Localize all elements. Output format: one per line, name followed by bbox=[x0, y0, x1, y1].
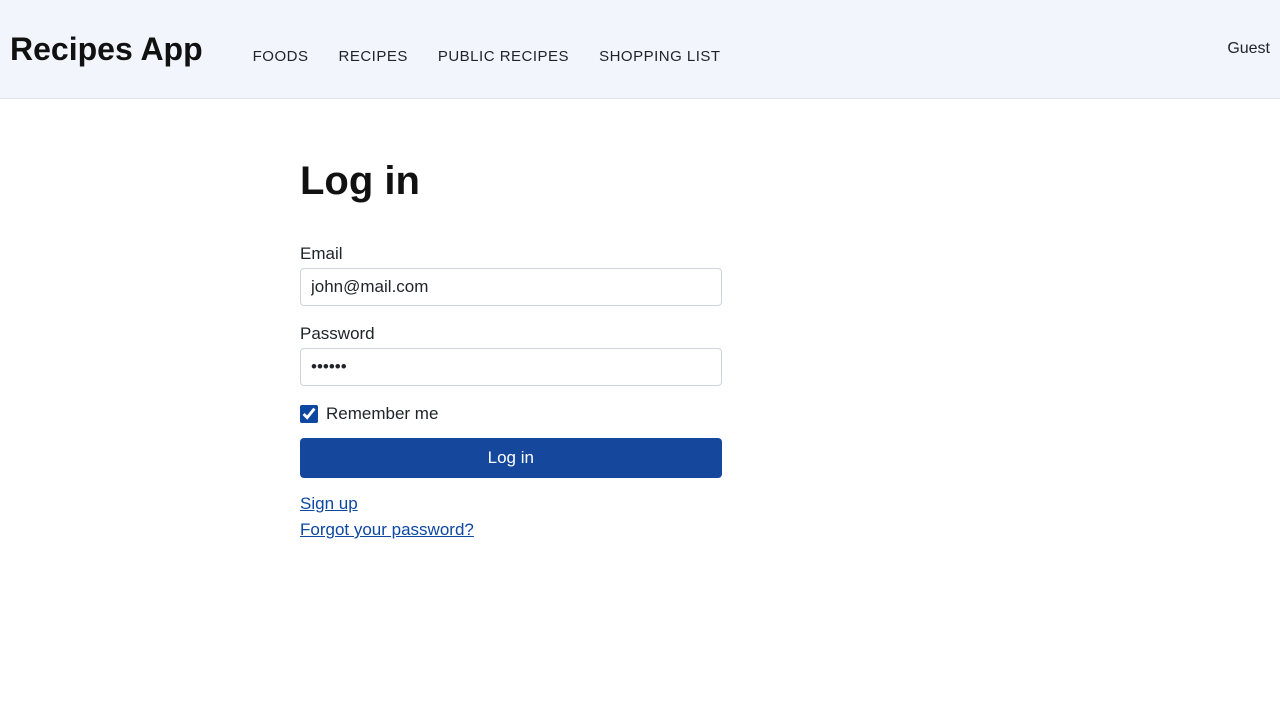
remember-label: Remember me bbox=[326, 404, 438, 424]
header: Recipes App FOODS RECIPES PUBLIC RECIPES… bbox=[0, 0, 1280, 99]
password-field[interactable] bbox=[300, 348, 722, 386]
signup-link-row: Sign up bbox=[300, 494, 980, 514]
email-field[interactable] bbox=[300, 268, 722, 306]
password-group: Password bbox=[300, 324, 980, 386]
login-form-container: Log in Email Password Remember me Log in… bbox=[280, 99, 1000, 540]
forgot-password-link[interactable]: Forgot your password? bbox=[300, 520, 474, 539]
remember-checkbox[interactable] bbox=[300, 405, 318, 423]
nav-public-recipes[interactable]: PUBLIC RECIPES bbox=[438, 48, 569, 65]
password-label: Password bbox=[300, 324, 980, 344]
main-nav: FOODS RECIPES PUBLIC RECIPES SHOPPING LI… bbox=[253, 33, 1228, 65]
nav-recipes[interactable]: RECIPES bbox=[338, 48, 407, 65]
remember-row: Remember me bbox=[300, 404, 980, 424]
forgot-link-row: Forgot your password? bbox=[300, 520, 980, 540]
app-logo[interactable]: Recipes App bbox=[10, 31, 203, 68]
email-group: Email bbox=[300, 244, 980, 306]
signup-link[interactable]: Sign up bbox=[300, 494, 358, 513]
user-status: Guest bbox=[1227, 40, 1270, 58]
login-button[interactable]: Log in bbox=[300, 438, 722, 478]
nav-shopping-list[interactable]: SHOPPING LIST bbox=[599, 48, 721, 65]
page-title: Log in bbox=[300, 159, 980, 204]
nav-foods[interactable]: FOODS bbox=[253, 48, 309, 65]
email-label: Email bbox=[300, 244, 980, 264]
